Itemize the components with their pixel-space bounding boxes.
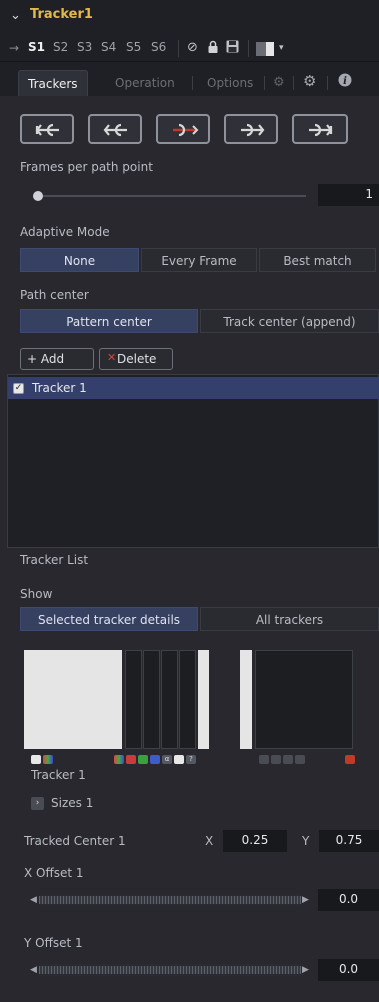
x-offset-label: X Offset 1 bbox=[24, 866, 84, 880]
track-forward-from-frame-button[interactable] bbox=[224, 114, 278, 144]
red-channel-icon[interactable] bbox=[126, 755, 136, 764]
disable-icon[interactable]: ⊘ bbox=[187, 40, 198, 55]
show-label: Show bbox=[20, 587, 53, 601]
loop-icon[interactable] bbox=[295, 755, 305, 764]
help-icon[interactable]: ? bbox=[186, 755, 196, 764]
tracked-center-label: Tracked Center 1 bbox=[24, 834, 126, 848]
close-red-icon[interactable] bbox=[345, 755, 355, 764]
add-tracker-button[interactable]: + Add bbox=[20, 348, 94, 370]
adaptive-mode-label: Adaptive Mode bbox=[20, 225, 110, 239]
tracker-list-caption: Tracker List bbox=[20, 553, 89, 567]
green-channel-icon[interactable] bbox=[138, 755, 148, 764]
slot-s4[interactable]: S4 bbox=[101, 40, 116, 54]
tracker-name-label: Tracker 1 bbox=[31, 768, 86, 782]
save-icon[interactable] bbox=[226, 40, 239, 57]
collapse-chevron-icon[interactable]: ⌄ bbox=[10, 8, 21, 23]
tab-divider bbox=[192, 76, 193, 90]
alpha-channel-icon[interactable]: α bbox=[162, 755, 172, 764]
toolbar-divider bbox=[248, 40, 249, 57]
color-swatch-dark-icon[interactable] bbox=[256, 42, 266, 56]
go-end-icon[interactable] bbox=[283, 755, 293, 764]
tool-title: Tracker1 bbox=[30, 7, 93, 22]
path-center-pattern[interactable]: Pattern center bbox=[20, 309, 198, 333]
go-start-icon[interactable] bbox=[259, 755, 269, 764]
tracker-enabled-checkbox[interactable]: ✓ bbox=[13, 383, 24, 394]
path-center-label: Path center bbox=[20, 288, 89, 302]
channel-bar-green bbox=[143, 650, 160, 749]
track-reverse-button[interactable] bbox=[20, 114, 74, 144]
rgb-chip-icon[interactable] bbox=[43, 755, 53, 764]
show-all-trackers[interactable]: All trackers bbox=[200, 607, 379, 631]
tab-divider bbox=[327, 76, 328, 90]
expand-chevron-icon[interactable]: › bbox=[31, 797, 44, 810]
rgb-channel-icon[interactable] bbox=[114, 755, 124, 764]
x-offset-slider[interactable] bbox=[39, 894, 301, 906]
pattern-preview bbox=[24, 650, 122, 749]
show-selected-tracker-details[interactable]: Selected tracker details bbox=[20, 607, 198, 631]
toolbar-divider bbox=[178, 40, 179, 57]
lock-icon[interactable] bbox=[207, 40, 219, 58]
slot-s3[interactable]: S3 bbox=[77, 40, 92, 54]
tab-trackers[interactable]: Trackers bbox=[18, 70, 88, 96]
luma-chip-icon[interactable] bbox=[31, 755, 41, 764]
tab-operation[interactable]: Operation bbox=[106, 70, 184, 96]
y-offset-label: Y Offset 1 bbox=[24, 936, 83, 950]
slot-s6[interactable]: S6 bbox=[151, 40, 166, 54]
delete-x-icon: ✕ bbox=[107, 351, 117, 364]
settings-small-icon[interactable]: ⚙ bbox=[273, 75, 285, 90]
x-offset-right-arrow-icon[interactable]: ▶ bbox=[302, 895, 309, 905]
dropdown-arrow-icon[interactable]: ▾ bbox=[279, 43, 284, 53]
track-forward-button[interactable] bbox=[292, 114, 348, 144]
adaptive-mode-every-frame[interactable]: Every Frame bbox=[141, 248, 257, 272]
tracked-center-y-field[interactable]: 0.75 bbox=[319, 830, 379, 852]
blue-channel-icon[interactable] bbox=[150, 755, 160, 764]
x-coordinate-label: X bbox=[205, 834, 214, 848]
slot-s2[interactable]: S2 bbox=[53, 40, 68, 54]
sizes-label: Sizes 1 bbox=[51, 796, 94, 810]
y-offset-field[interactable]: 0.0 bbox=[318, 959, 379, 981]
channel-bar-luma bbox=[198, 650, 209, 749]
tracked-center-x-field[interactable]: 0.25 bbox=[223, 830, 287, 852]
channel-bar-alpha bbox=[179, 650, 196, 749]
color-swatch-light-icon[interactable] bbox=[266, 42, 274, 56]
play-icon[interactable] bbox=[271, 755, 281, 764]
adaptive-mode-best-match[interactable]: Best match bbox=[259, 248, 376, 272]
info-icon[interactable]: i bbox=[338, 73, 352, 91]
slot-s1[interactable]: S1 bbox=[28, 40, 45, 54]
y-offset-right-arrow-icon[interactable]: ▶ bbox=[302, 965, 309, 975]
frames-slider-knob[interactable] bbox=[33, 191, 43, 201]
stop-tracking-button[interactable] bbox=[156, 114, 210, 144]
pin-icon[interactable]: → bbox=[9, 41, 19, 55]
tab-divider bbox=[264, 76, 265, 90]
slot-s5[interactable]: S5 bbox=[126, 40, 141, 54]
x-offset-field[interactable]: 0.0 bbox=[318, 889, 379, 911]
path-center-track[interactable]: Track center (append) bbox=[200, 309, 379, 333]
tab-options[interactable]: Options bbox=[198, 70, 262, 96]
svg-text:i: i bbox=[343, 76, 347, 87]
channel-bar-red bbox=[125, 650, 142, 749]
channel-bar-level bbox=[240, 650, 252, 749]
tracker-list[interactable] bbox=[7, 374, 379, 548]
x-offset-left-arrow-icon[interactable]: ◀ bbox=[30, 895, 37, 905]
frames-slider-track[interactable] bbox=[38, 195, 306, 197]
frames-per-path-point-label: Frames per path point bbox=[20, 160, 153, 174]
luma-channel-icon[interactable] bbox=[174, 755, 184, 764]
y-offset-slider[interactable] bbox=[39, 964, 301, 976]
frames-per-path-point-field[interactable]: 1 bbox=[318, 184, 379, 206]
channel-bar-blue bbox=[161, 650, 178, 749]
adaptive-mode-none[interactable]: None bbox=[20, 248, 139, 272]
tracking-result-preview bbox=[255, 650, 353, 749]
gear-icon[interactable]: ⚙ bbox=[303, 72, 316, 90]
tracker-list-item-label: Tracker 1 bbox=[32, 381, 87, 395]
track-reverse-from-frame-button[interactable] bbox=[88, 114, 142, 144]
y-coordinate-label: Y bbox=[302, 834, 310, 848]
tab-divider bbox=[293, 76, 294, 90]
y-offset-left-arrow-icon[interactable]: ◀ bbox=[30, 965, 37, 975]
